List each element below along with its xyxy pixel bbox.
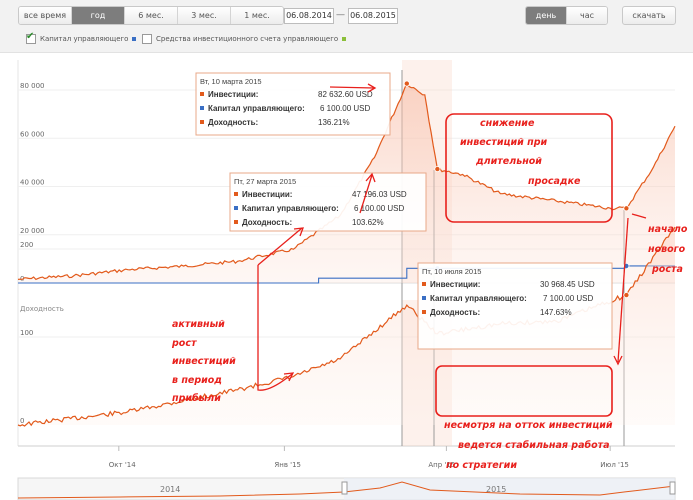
tooltip-value: 7 100.00 USD <box>543 294 593 303</box>
tooltip-label: Доходность: <box>242 218 292 227</box>
tooltip-label: Капитал управляющего: <box>208 104 305 113</box>
tooltip-value: 136.21% <box>318 118 350 127</box>
tooltip-marker-icon <box>200 92 204 96</box>
tooltip-value: 103.62% <box>352 218 384 227</box>
tooltip-marker-icon <box>200 120 204 124</box>
tooltip-label: Капитал управляющего: <box>430 294 527 303</box>
svg-text:ведется стабильная работа: ведется стабильная работа <box>458 440 610 451</box>
y-tick-label: 100 <box>20 329 33 337</box>
tooltip-mar-27: Пт, 27 марта 2015 Инвестиции: 47 196.03 … <box>229 172 427 232</box>
navigator-year-label: 2014 <box>160 485 180 494</box>
tooltip-label: Инвестиции: <box>430 280 480 289</box>
x-tick-label: Июл '15 <box>600 461 629 469</box>
data-point-marker <box>623 292 630 299</box>
tooltip-mar-10: Вт, 10 марта 2015 Инвестиции: 82 632.60 … <box>195 72 391 136</box>
svg-text:просадке: просадке <box>528 176 581 187</box>
tooltip-value: 147.63% <box>540 308 572 317</box>
chart-canvas: 80 000 60 000 40 000 20 000 0 Доходность 200 1… <box>17 60 688 500</box>
data-point-marker <box>434 166 441 173</box>
x-tick-label: Янв '15 <box>274 461 301 469</box>
tooltip-marker-icon <box>200 106 204 110</box>
tooltip-label: Доходность: <box>208 118 258 127</box>
bottom-axis-title: Доходность <box>20 305 64 313</box>
annotation-new-growth-text: начало нового роста <box>648 224 688 275</box>
tooltip-label: Инвестиции: <box>242 190 292 199</box>
tooltip-label: Капитал управляющего: <box>242 204 339 213</box>
y-tick-label: 40 000 <box>20 179 45 187</box>
tooltip-marker-icon <box>422 296 426 300</box>
tooltip-marker-icon <box>234 220 238 224</box>
tooltip-jul-10: Пт, 10 июля 2015 Инвестиции: 30 968.45 U… <box>417 262 613 350</box>
svg-text:длительной: длительной <box>475 156 542 167</box>
svg-text:несмотря на отток инвестиций: несмотря на отток инвестиций <box>444 420 613 431</box>
tooltip-date: Вт, 10 марта 2015 <box>200 77 262 86</box>
tooltip-value: 30 968.45 USD <box>540 280 595 289</box>
x-tick-label: Окт '14 <box>109 461 136 469</box>
tooltip-marker-icon <box>234 192 238 196</box>
tooltip-label: Инвестиции: <box>208 90 258 99</box>
y-tick-label: 0 <box>20 417 24 425</box>
tooltip-marker-icon <box>422 310 426 314</box>
svg-text:активный: активный <box>172 319 225 330</box>
data-point-marker <box>623 205 630 212</box>
y-tick-label: 200 <box>20 241 33 249</box>
svg-text:прибыли: прибыли <box>172 393 221 404</box>
tooltip-marker-icon <box>234 206 238 210</box>
data-point-marker <box>403 80 410 87</box>
svg-text:инвестиций при: инвестиций при <box>460 137 547 148</box>
tooltip-marker-icon <box>422 282 426 286</box>
svg-text:начало: начало <box>648 224 688 235</box>
navigator-selection[interactable] <box>344 478 675 500</box>
tooltip-value: 82 632.60 USD <box>318 90 373 99</box>
svg-text:инвестиций: инвестиций <box>172 356 236 367</box>
annotation-growth-text: активный рост инвестиций в период прибыл… <box>171 319 236 404</box>
annotation-stable-text: несмотря на отток инвестиций ведется ста… <box>444 420 613 471</box>
y-tick-label: 80 000 <box>20 82 45 90</box>
svg-text:роста: роста <box>651 264 683 275</box>
y-tick-label: 60 000 <box>20 130 45 138</box>
y-tick-label: 20 000 <box>20 227 45 235</box>
tooltip-value: 6 100.00 USD <box>320 104 370 113</box>
svg-text:в период: в период <box>172 375 222 386</box>
svg-text:по стратегии: по стратегии <box>446 460 517 471</box>
navigator-handle-right[interactable] <box>669 481 676 495</box>
tooltip-label: Доходность: <box>430 308 480 317</box>
tooltip-date: Пт, 27 марта 2015 <box>234 177 296 186</box>
svg-text:нового: нового <box>648 244 686 255</box>
navigator-year-label: 2015 <box>486 485 506 494</box>
annotation-decline-text: снижение инвестиций при длительной проса… <box>460 118 581 187</box>
tooltip-value: 47 196.03 USD <box>352 190 407 199</box>
tooltip-date: Пт, 10 июля 2015 <box>422 267 481 276</box>
svg-text:рост: рост <box>171 338 197 349</box>
navigator-handle-left[interactable] <box>341 481 348 495</box>
svg-text:снижение: снижение <box>480 118 535 129</box>
